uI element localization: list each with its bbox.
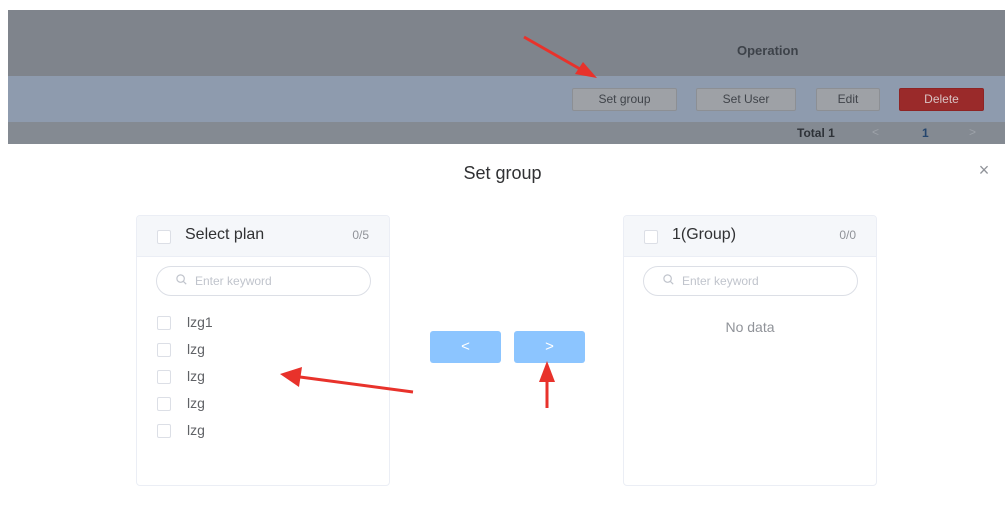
table-row: Set group Set User Edit Delete bbox=[8, 76, 1005, 122]
operation-column-title: Operation bbox=[737, 43, 799, 58]
search-icon bbox=[663, 267, 674, 295]
delete-button[interactable]: Delete bbox=[899, 88, 984, 111]
dialog-title: Set group bbox=[463, 163, 542, 183]
move-to-left-button[interactable]: < bbox=[430, 331, 501, 363]
source-panel-count: 0/5 bbox=[352, 228, 369, 242]
source-panel-header: Select plan 0/5 bbox=[137, 216, 389, 257]
item-checkbox[interactable] bbox=[157, 343, 171, 357]
source-panel-title: Select plan bbox=[185, 226, 265, 243]
source-transfer-panel: Select plan 0/5 Enter keyword lzg1 lzg l… bbox=[136, 215, 390, 486]
pagination-page-number[interactable]: 1 bbox=[922, 126, 929, 140]
item-checkbox[interactable] bbox=[157, 316, 171, 330]
search-placeholder: Enter keyword bbox=[195, 274, 272, 288]
pagination: Total 1 < 1 > bbox=[8, 122, 1005, 144]
target-panel-count: 0/0 bbox=[839, 228, 856, 242]
item-label: lzg bbox=[187, 395, 205, 411]
table-header: Operation bbox=[8, 10, 1005, 76]
target-panel-header: 1(Group) 0/0 bbox=[624, 216, 876, 257]
set-user-button[interactable]: Set User bbox=[696, 88, 796, 111]
target-panel-title: 1(Group) bbox=[672, 226, 737, 243]
move-to-right-button[interactable]: > bbox=[514, 331, 585, 363]
source-item-list: lzg1 lzg lzg lzg lzg bbox=[137, 314, 389, 449]
search-icon bbox=[176, 267, 187, 295]
set-group-button[interactable]: Set group bbox=[572, 88, 677, 111]
select-all-checkbox[interactable] bbox=[157, 230, 171, 244]
target-transfer-panel: 1(Group) 0/0 Enter keyword No data bbox=[623, 215, 877, 486]
edit-button[interactable]: Edit bbox=[816, 88, 880, 111]
item-label: lzg1 bbox=[187, 314, 213, 330]
item-label: lzg bbox=[187, 341, 205, 357]
list-item[interactable]: lzg1 bbox=[137, 314, 389, 341]
pagination-prev-icon[interactable]: < bbox=[872, 125, 879, 139]
target-search-input[interactable]: Enter keyword bbox=[643, 266, 858, 296]
background-table: Operation Set group Set User Edit Delete… bbox=[8, 10, 1005, 144]
item-checkbox[interactable] bbox=[157, 424, 171, 438]
item-label: lzg bbox=[187, 422, 205, 438]
item-label: lzg bbox=[187, 368, 205, 384]
empty-state-text: No data bbox=[725, 319, 775, 335]
list-item[interactable]: lzg bbox=[137, 395, 389, 422]
item-checkbox[interactable] bbox=[157, 397, 171, 411]
source-search-input[interactable]: Enter keyword bbox=[156, 266, 371, 296]
search-placeholder: Enter keyword bbox=[682, 274, 759, 288]
list-item[interactable]: lzg bbox=[137, 422, 389, 449]
list-item[interactable]: lzg bbox=[137, 368, 389, 395]
annotation-arrow-transfer bbox=[539, 361, 555, 408]
close-icon[interactable]: × bbox=[976, 160, 992, 180]
select-all-checkbox[interactable] bbox=[644, 230, 658, 244]
pagination-total: Total 1 bbox=[797, 126, 835, 140]
pagination-next-icon[interactable]: > bbox=[969, 125, 976, 139]
list-item[interactable]: lzg bbox=[137, 341, 389, 368]
item-checkbox[interactable] bbox=[157, 370, 171, 384]
